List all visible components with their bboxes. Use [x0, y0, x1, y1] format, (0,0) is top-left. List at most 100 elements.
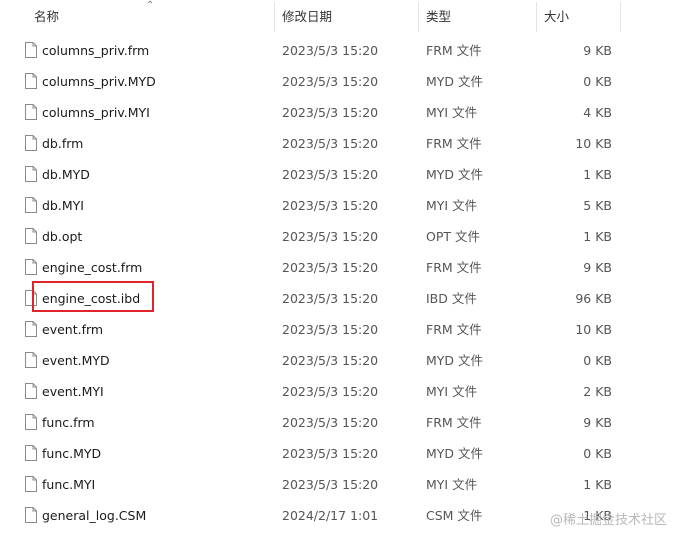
file-name: func.MYD — [42, 446, 102, 461]
file-modified-date: 2024/2/17 1:01 — [282, 508, 379, 523]
file-icon — [25, 135, 37, 151]
file-size: 5 KB — [583, 198, 612, 213]
file-icon — [25, 228, 37, 244]
file-type: FRM 文件 — [426, 322, 482, 337]
file-type: OPT 文件 — [426, 229, 480, 244]
file-row[interactable]: func.MYI 2023/5/3 15:20 MYI 文件 1 KB — [0, 469, 673, 500]
file-type: MYD 文件 — [426, 167, 484, 182]
file-modified-date: 2023/5/3 15:20 — [282, 74, 379, 89]
file-size: 10 KB — [575, 322, 612, 337]
file-row[interactable]: db.MYI 2023/5/3 15:20 MYI 文件 5 KB — [0, 190, 673, 221]
watermark: @稀土掘金技术社区 — [549, 513, 667, 528]
file-modified-date: 2023/5/3 15:20 — [282, 415, 379, 430]
file-type: MYI 文件 — [426, 384, 478, 399]
column-header-size-label: 大小 — [544, 9, 570, 24]
column-header-type[interactable]: 类型 — [418, 0, 536, 32]
column-header-date-label: 修改日期 — [282, 9, 333, 24]
file-name: func.MYI — [42, 477, 96, 492]
file-name: event.MYI — [42, 384, 104, 399]
file-icon — [25, 507, 37, 523]
file-icon — [25, 414, 37, 430]
file-modified-date: 2023/5/3 15:20 — [282, 353, 379, 368]
file-size: 0 KB — [583, 74, 612, 89]
file-name: columns_priv.MYD — [42, 74, 156, 89]
file-row[interactable]: columns_priv.MYI 2023/5/3 15:20 MYI 文件 4 KB — [0, 97, 673, 128]
file-type: FRM 文件 — [426, 260, 482, 275]
file-size: 0 KB — [583, 446, 612, 461]
file-type: MYI 文件 — [426, 105, 478, 120]
file-row[interactable]: columns_priv.frm 2023/5/3 15:20 FRM 文件 9 KB — [0, 35, 673, 66]
file-modified-date: 2023/5/3 15:20 — [282, 477, 379, 492]
file-row[interactable]: event.frm 2023/5/3 15:20 FRM 文件 10 KB — [0, 314, 673, 345]
file-row[interactable]: columns_priv.MYD 2023/5/3 15:20 MYD 文件 0 KB — [0, 66, 673, 97]
file-name: columns_priv.MYI — [42, 105, 150, 120]
file-type: MYI 文件 — [426, 198, 478, 213]
file-type: MYI 文件 — [426, 477, 478, 492]
file-size: 1 KB — [583, 477, 612, 492]
file-type: IBD 文件 — [426, 291, 477, 306]
file-icon — [25, 352, 37, 368]
file-modified-date: 2023/5/3 15:20 — [282, 43, 379, 58]
file-name: engine_cost.frm — [42, 260, 143, 275]
file-modified-date: 2023/5/3 15:20 — [282, 260, 379, 275]
file-row[interactable]: func.MYD 2023/5/3 15:20 MYD 文件 0 KB — [0, 438, 673, 469]
file-row[interactable]: engine_cost.frm 2023/5/3 15:20 FRM 文件 9 KB — [0, 252, 673, 283]
file-row[interactable]: db.MYD 2023/5/3 15:20 MYD 文件 1 KB — [0, 159, 673, 190]
column-header-date[interactable]: 修改日期 — [274, 0, 418, 32]
file-modified-date: 2023/5/3 15:20 — [282, 167, 379, 182]
file-modified-date: 2023/5/3 15:20 — [282, 446, 379, 461]
file-icon — [25, 321, 37, 337]
file-icon — [25, 197, 37, 213]
file-size: 4 KB — [583, 105, 612, 120]
file-row[interactable]: db.opt 2023/5/3 15:20 OPT 文件 1 KB — [0, 221, 673, 252]
file-type: FRM 文件 — [426, 415, 482, 430]
column-header-name-label: 名称 — [34, 9, 60, 24]
file-modified-date: 2023/5/3 15:20 — [282, 136, 379, 151]
file-row[interactable]: event.MYI 2023/5/3 15:20 MYI 文件 2 KB — [0, 376, 673, 407]
file-row[interactable]: func.frm 2023/5/3 15:20 FRM 文件 9 KB — [0, 407, 673, 438]
file-modified-date: 2023/5/3 15:20 — [282, 291, 379, 306]
file-type: CSM 文件 — [426, 508, 483, 523]
file-size: 9 KB — [583, 43, 612, 58]
file-size: 0 KB — [583, 353, 612, 368]
file-explorer-window: ⌃ 名称 修改日期 类型 大小 columns_priv.frm 2023/5/3… — [0, 0, 673, 534]
file-name: func.frm — [42, 415, 95, 430]
file-type: FRM 文件 — [426, 136, 482, 151]
file-icon — [25, 73, 37, 89]
file-modified-date: 2023/5/3 15:20 — [282, 229, 379, 244]
file-type: FRM 文件 — [426, 43, 482, 58]
file-name: event.MYD — [42, 353, 110, 368]
file-icon — [25, 104, 37, 120]
column-header-bar: ⌃ 名称 修改日期 类型 大小 — [0, 0, 673, 32]
file-size: 9 KB — [583, 260, 612, 275]
file-icon — [25, 259, 37, 275]
file-modified-date: 2023/5/3 15:20 — [282, 322, 379, 337]
file-size: 10 KB — [575, 136, 612, 151]
file-name: db.frm — [42, 136, 84, 151]
file-size: 2 KB — [583, 384, 612, 399]
highlight-annotation-box — [32, 281, 154, 312]
file-type: MYD 文件 — [426, 446, 484, 461]
file-icon — [25, 383, 37, 399]
file-icon — [25, 476, 37, 492]
file-modified-date: 2023/5/3 15:20 — [282, 198, 379, 213]
file-modified-date: 2023/5/3 15:20 — [282, 105, 379, 120]
file-name: db.MYI — [42, 198, 84, 213]
file-name: event.frm — [42, 322, 104, 337]
file-name: db.MYD — [42, 167, 90, 182]
file-type: MYD 文件 — [426, 353, 484, 368]
file-row[interactable]: db.frm 2023/5/3 15:20 FRM 文件 10 KB — [0, 128, 673, 159]
file-name: db.opt — [42, 229, 83, 244]
file-size: 96 KB — [575, 291, 612, 306]
column-header-name[interactable]: 名称 — [26, 0, 274, 32]
file-name: general_log.CSM — [42, 508, 147, 523]
file-icon — [25, 42, 37, 58]
column-header-size[interactable]: 大小 — [536, 0, 620, 32]
file-row[interactable]: event.MYD 2023/5/3 15:20 MYD 文件 0 KB — [0, 345, 673, 376]
file-size: 1 KB — [583, 229, 612, 244]
column-divider[interactable] — [620, 2, 621, 32]
file-type: MYD 文件 — [426, 74, 484, 89]
file-icon — [25, 166, 37, 182]
file-icon — [25, 445, 37, 461]
file-name: columns_priv.frm — [42, 43, 150, 58]
